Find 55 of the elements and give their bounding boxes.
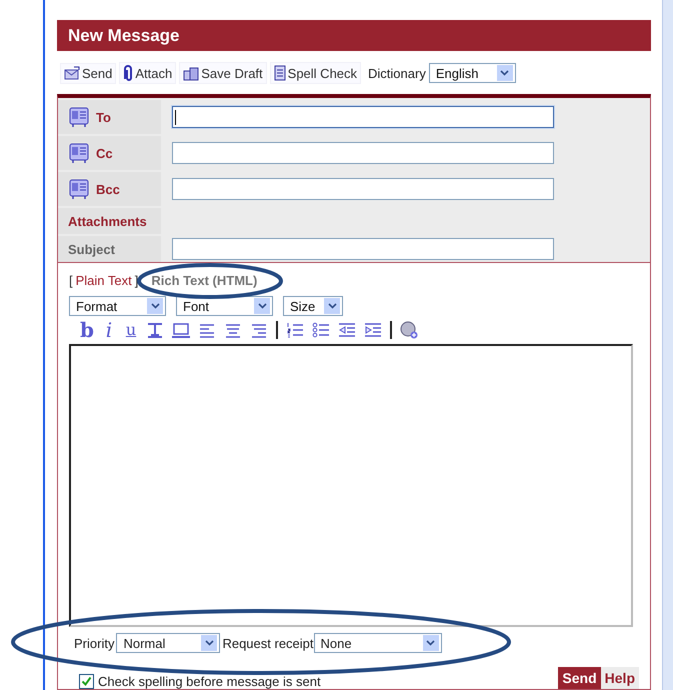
window-title: New Message <box>57 20 651 51</box>
paperclip-icon <box>123 65 134 81</box>
align-left-icon[interactable] <box>198 322 216 338</box>
bracket: [ <box>69 273 73 288</box>
toolbar-separator <box>390 321 392 339</box>
field-label[interactable]: Bcc <box>96 182 120 196</box>
address-book-icon[interactable] <box>68 142 90 164</box>
outdent-icon[interactable] <box>338 322 356 338</box>
indent-icon[interactable] <box>364 322 382 338</box>
dictionary-label: Dictionary <box>368 66 426 80</box>
globe-icon[interactable] <box>400 321 418 339</box>
address-field[interactable] <box>172 178 554 200</box>
subject-label: Subject <box>68 242 115 256</box>
numbered-list-icon[interactable] <box>286 322 304 338</box>
editor-mode-link[interactable]: Rich Text (HTML) <box>151 273 258 288</box>
attachments-label: Attachments <box>68 214 147 228</box>
address-book-icon[interactable] <box>68 106 90 128</box>
align-center-icon[interactable] <box>224 322 242 338</box>
document-icon <box>274 65 286 81</box>
checkbox-label: Check spelling before message is sent <box>98 674 321 689</box>
priority-label: Priority <box>74 636 114 650</box>
scrollbar[interactable] <box>662 0 673 690</box>
address-field[interactable] <box>172 106 554 128</box>
spell-button[interactable]: Spell Check <box>270 62 362 84</box>
address-book-icon[interactable] <box>68 178 90 200</box>
field-label[interactable]: Cc <box>96 146 113 160</box>
editor-mode-link[interactable]: Plain Text <box>76 273 132 288</box>
text-style-icon[interactable] <box>146 322 164 338</box>
italic-button[interactable]: i <box>102 320 116 340</box>
dictionary-select[interactable]: English <box>428 63 516 83</box>
style-select[interactable]: Size <box>283 296 343 316</box>
help-button[interactable]: Help <box>600 667 639 689</box>
subject-field[interactable] <box>172 238 554 260</box>
checkbox[interactable] <box>79 674 94 689</box>
bold-button[interactable]: b <box>80 320 94 340</box>
message-body-field[interactable] <box>69 344 633 627</box>
priority-select[interactable]: Normal <box>116 633 220 653</box>
address-field[interactable] <box>172 142 554 164</box>
align-right-icon[interactable] <box>250 322 268 338</box>
monitor-icon[interactable] <box>172 322 190 338</box>
send-button[interactable]: Send <box>558 667 601 689</box>
underline-button[interactable]: u <box>124 320 138 340</box>
receipt-select[interactable]: None <box>314 633 442 653</box>
bullet-list-icon[interactable] <box>312 322 330 338</box>
toolbar-separator <box>276 321 278 339</box>
style-select[interactable]: Format <box>69 296 166 316</box>
bracket: ] <box>134 273 138 288</box>
style-select[interactable]: Font <box>176 296 273 316</box>
receipt-label: Request receipt <box>222 636 314 650</box>
documents-icon <box>183 65 200 81</box>
attach-button[interactable]: Attach <box>119 62 176 84</box>
save-button[interactable]: Save Draft <box>179 62 267 84</box>
field-label[interactable]: To <box>96 110 111 124</box>
send-button[interactable]: Send <box>60 62 116 84</box>
envelope-icon <box>64 66 80 80</box>
